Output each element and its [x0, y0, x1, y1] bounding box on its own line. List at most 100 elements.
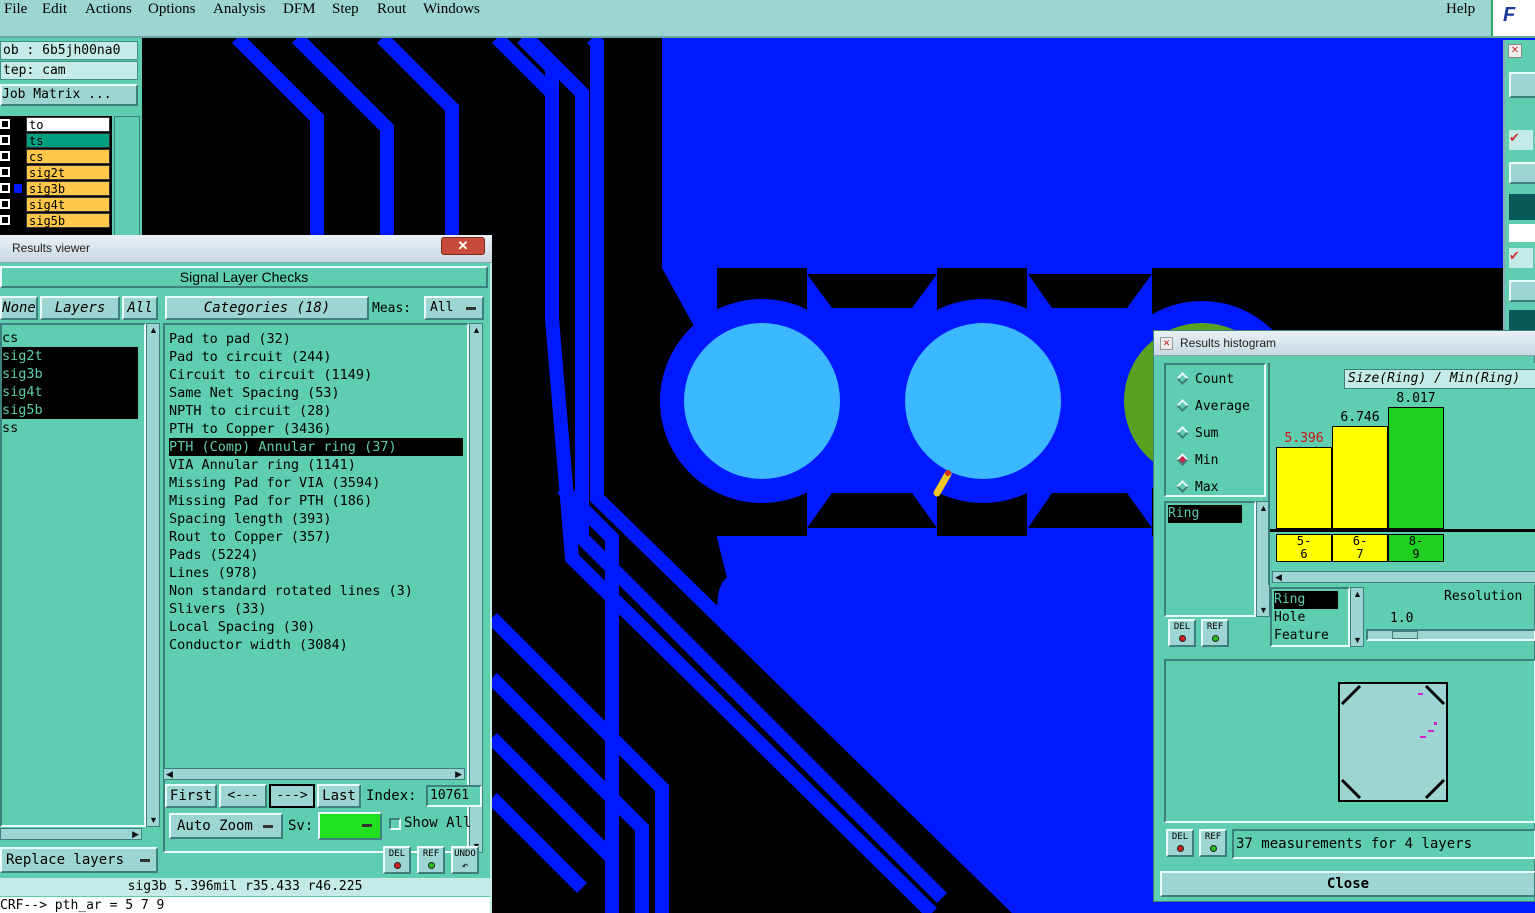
layer-name[interactable]: ts	[26, 133, 110, 148]
radio-icon[interactable]	[1176, 426, 1189, 439]
menu-analysis[interactable]: Analysis	[213, 1, 266, 18]
layer-checkbox[interactable]	[0, 135, 10, 145]
results-viewer-titlebar[interactable]: Results viewer ✕	[0, 235, 492, 263]
check-icon[interactable]: ✔	[1509, 130, 1533, 150]
resolution-slider[interactable]	[1366, 629, 1535, 641]
meas-select[interactable]: All	[424, 296, 484, 320]
option-max[interactable]: Max	[1176, 480, 1218, 496]
type-list[interactable]: Ring Hole Feature	[1270, 587, 1350, 647]
scroll-up-icon[interactable]: ▲	[149, 325, 158, 335]
list-item[interactable]: Feature	[1274, 627, 1329, 645]
menu-edit[interactable]: Edit	[42, 1, 67, 18]
radio-icon[interactable]	[1176, 480, 1189, 493]
layer-name[interactable]: to	[26, 117, 110, 132]
list-item[interactable]: cs	[2, 329, 138, 347]
side-field[interactable]	[1509, 224, 1535, 242]
list-item[interactable]: Same Net Spacing (53)	[169, 384, 340, 402]
list-item[interactable]: PTH to Copper (3436)	[169, 420, 332, 438]
list-item[interactable]: Rout to Copper (357)	[169, 528, 332, 546]
scroll-down-icon[interactable]: ▼	[1353, 635, 1362, 645]
slider-handle[interactable]	[1392, 631, 1418, 639]
scroll-left-icon[interactable]: ◀	[1275, 572, 1282, 582]
option-average[interactable]: Average	[1176, 399, 1250, 415]
side-button[interactable]	[1509, 280, 1535, 302]
close-icon[interactable]: ✕	[441, 237, 485, 255]
layer-checkbox[interactable]	[0, 119, 10, 129]
list-item[interactable]: sig4t	[2, 383, 138, 401]
refresh-button[interactable]: REF	[1199, 829, 1227, 857]
side-button[interactable]	[1509, 162, 1535, 184]
measure-list[interactable]: Ring	[1164, 501, 1256, 617]
layer-name[interactable]: sig4t	[26, 197, 110, 212]
categories-hscroll[interactable]: ◀ ▶	[163, 768, 465, 780]
scroll-down-icon[interactable]: ▼	[149, 815, 158, 825]
list-item[interactable]: VIA Annular ring (1141)	[169, 456, 356, 474]
command-line[interactable]: CRF--> pth_ar = 5 7 9	[0, 897, 490, 913]
layer-row[interactable]: sig3b	[0, 181, 112, 196]
list-item[interactable]: ss	[2, 419, 138, 437]
menu-windows[interactable]: Windows	[423, 1, 480, 18]
list-item[interactable]: Circuit to circuit (1149)	[169, 366, 372, 384]
layer-list-hscroll[interactable]: ▶	[0, 828, 142, 840]
scroll-up-icon[interactable]: ▲	[1353, 589, 1362, 599]
radio-icon[interactable]	[1176, 453, 1189, 466]
layer-name[interactable]: cs	[26, 149, 110, 164]
scroll-right-icon[interactable]: ▶	[132, 829, 139, 839]
menu-options[interactable]: Options	[148, 1, 196, 18]
list-item[interactable]: Conductor width (3084)	[169, 636, 348, 654]
layer-name[interactable]: sig3b	[26, 181, 110, 196]
layer-row[interactable]: sig5b	[0, 213, 112, 228]
layer-list-scrollbar[interactable]	[114, 116, 140, 238]
option-count[interactable]: Count	[1176, 372, 1234, 388]
layer-checkbox[interactable]	[0, 151, 10, 161]
scroll-down-icon[interactable]: ▼	[1259, 605, 1268, 615]
job-matrix-button[interactable]: Job Matrix ...	[0, 84, 138, 106]
option-sum[interactable]: Sum	[1176, 426, 1218, 442]
layers-button[interactable]: Layers	[40, 296, 120, 320]
refresh-button[interactable]: REF	[1201, 619, 1229, 647]
categories-button[interactable]: Categories (18)	[165, 296, 369, 320]
delete-button[interactable]: DEL	[1166, 829, 1194, 857]
menu-step[interactable]: Step	[332, 1, 359, 18]
close-icon[interactable]: ✕	[1508, 44, 1522, 58]
layer-row[interactable]: ts	[0, 133, 112, 148]
list-item[interactable]: sig5b	[2, 401, 138, 419]
menu-help[interactable]: Help	[1446, 1, 1475, 18]
delete-button[interactable]: DEL	[383, 846, 411, 874]
layer-row[interactable]: sig2t	[0, 165, 112, 180]
delete-button[interactable]: DEL	[1168, 619, 1196, 647]
layer-row[interactable]: sig4t	[0, 197, 112, 212]
option-min[interactable]: Min	[1176, 453, 1218, 469]
layer-results-list[interactable]: cs sig2t sig3b sig4t sig5b ss	[0, 323, 146, 827]
histogram-bar[interactable]	[1388, 407, 1444, 529]
list-item[interactable]: PTH (Comp) Annular ring (37)	[169, 438, 463, 456]
side-button[interactable]	[1509, 72, 1535, 98]
list-item[interactable]: Slivers (33)	[169, 600, 267, 618]
layer-list-vscroll[interactable]: ▲ ▼	[146, 323, 160, 827]
zoom-select[interactable]: Auto Zoom	[169, 813, 283, 839]
undo-button[interactable]: UNDO ↶	[451, 846, 479, 874]
list-item[interactable]: Local Spacing (30)	[169, 618, 315, 636]
layer-checkbox[interactable]	[0, 167, 10, 177]
list-item[interactable]: Pad to circuit (244)	[169, 348, 332, 366]
type-list-vscroll[interactable]: ▲ ▼	[1350, 587, 1364, 647]
radio-icon[interactable]	[1176, 372, 1189, 385]
check-icon[interactable]: ✔	[1509, 248, 1533, 268]
layer-checkbox[interactable]	[0, 199, 10, 209]
histogram-titlebar[interactable]: ✕ Results histogram	[1154, 331, 1535, 356]
list-item[interactable]: Pads (5224)	[169, 546, 258, 564]
list-item[interactable]: Hole	[1274, 609, 1305, 627]
chart-hscroll[interactable]: ◀	[1272, 571, 1535, 583]
radio-icon[interactable]	[1176, 399, 1189, 412]
list-item[interactable]: Spacing length (393)	[169, 510, 332, 528]
layer-name[interactable]: sig5b	[26, 213, 110, 228]
scroll-right-icon[interactable]: ▶	[455, 769, 462, 779]
scroll-up-icon[interactable]: ▲	[472, 325, 481, 335]
refresh-button[interactable]: REF	[417, 846, 445, 874]
list-item[interactable]: Missing Pad for VIA (3594)	[169, 474, 380, 492]
scroll-left-icon[interactable]: ◀	[166, 769, 173, 779]
layer-row[interactable]: cs	[0, 149, 112, 164]
menu-actions[interactable]: Actions	[85, 1, 132, 18]
all-layers-button[interactable]: All	[122, 296, 158, 320]
menu-file[interactable]: File	[4, 1, 27, 18]
